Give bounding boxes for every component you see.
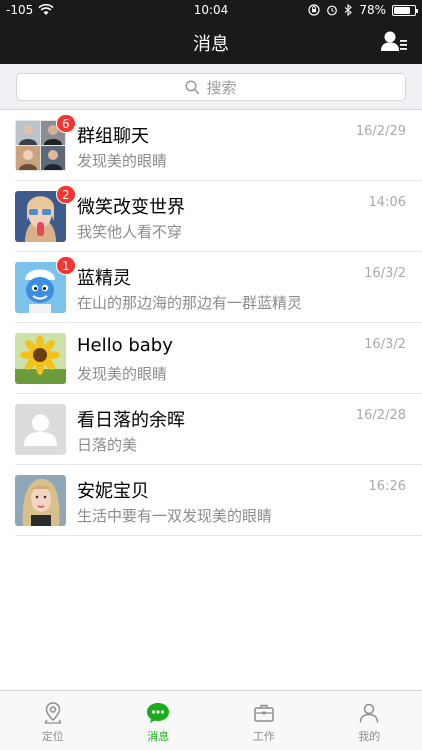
battery-percent: 78% [359,3,386,17]
chat-last-message: 发现美的眼睛 [77,365,168,383]
status-bar: -105 10:04 78% [0,0,422,20]
orientation-lock-icon [308,4,320,16]
location-icon [44,702,62,724]
chat-time: 16/2/29 [355,124,406,139]
chat-item[interactable]: 6 群组聊天 发现美的眼睛 16/2/29 [15,110,422,181]
contacts-icon [381,31,407,51]
chat-list: 6 群组聊天 发现美的眼睛 16/2/29 2 微笑改变世界 我笑他人看不穿 1… [0,110,422,536]
unread-badge: 1 [56,256,76,275]
tab-location[interactable]: 定位 [0,691,106,750]
chat-time: 16/2/28 [355,408,406,423]
tab-work[interactable]: 工作 [211,691,317,750]
nav-bar: 消息 [0,20,422,64]
bluetooth-icon [344,4,353,16]
chat-last-message: 日落的美 [77,436,138,454]
default-avatar [15,404,66,455]
chat-last-message: 在山的那边海的那边有一群蓝精灵 [77,294,303,312]
tab-label: 我的 [358,730,381,743]
tab-label: 定位 [41,730,64,743]
sunflower-avatar [15,333,66,384]
chat-item[interactable]: 看日落的余晖 日落的美 16/2/28 [15,394,422,465]
chat-time: 16:26 [368,479,406,494]
chat-bubble-icon [147,703,170,723]
search-input[interactable]: 搜索 [16,73,406,101]
tab-label: 工作 [252,730,275,743]
search-placeholder: 搜索 [206,78,237,97]
chat-name: Hello baby [77,335,173,356]
chat-last-message: 发现美的眼睛 [77,152,168,170]
unread-badge: 2 [56,185,76,204]
search-area: 搜索 [0,64,422,110]
chat-last-message: 生活中要有一双发现美的眼睛 [77,507,273,525]
chat-item[interactable]: 安妮宝贝 生活中要有一双发现美的眼睛 16:26 [15,465,422,536]
battery-icon [392,4,418,16]
tab-me[interactable]: 我的 [317,691,422,750]
chat-item[interactable]: Hello baby 发现美的眼睛 16/3/2 [15,323,422,394]
search-icon [185,79,200,94]
chat-name: 安妮宝贝 [77,481,149,502]
tab-messages[interactable]: 消息 [106,691,212,750]
page-title: 消息 [193,34,229,55]
chat-time: 16/3/2 [364,337,406,352]
briefcase-icon [254,704,274,722]
alarm-icon [327,5,338,16]
chat-item[interactable]: 2 微笑改变世界 我笑他人看不穿 14:06 [15,181,422,252]
battery-fill [394,6,410,14]
chat-name: 群组聊天 [77,126,149,147]
person-icon [360,703,379,723]
contacts-button[interactable] [380,29,408,55]
unread-badge: 6 [56,114,76,133]
tab-label: 消息 [147,730,170,743]
chat-name: 蓝精灵 [77,268,131,289]
chat-name: 看日落的余晖 [77,410,185,431]
tab-bar: 定位 消息 工作 我的 [0,690,422,750]
blonde-avatar [15,475,66,526]
chat-time: 14:06 [368,195,406,210]
chat-time: 16/3/2 [364,266,406,281]
chat-item[interactable]: 1 蓝精灵 在山的那边海的那边有一群蓝精灵 16/3/2 [15,252,422,323]
chat-last-message: 我笑他人看不穿 [77,223,183,241]
chat-name: 微笑改变世界 [77,197,185,218]
